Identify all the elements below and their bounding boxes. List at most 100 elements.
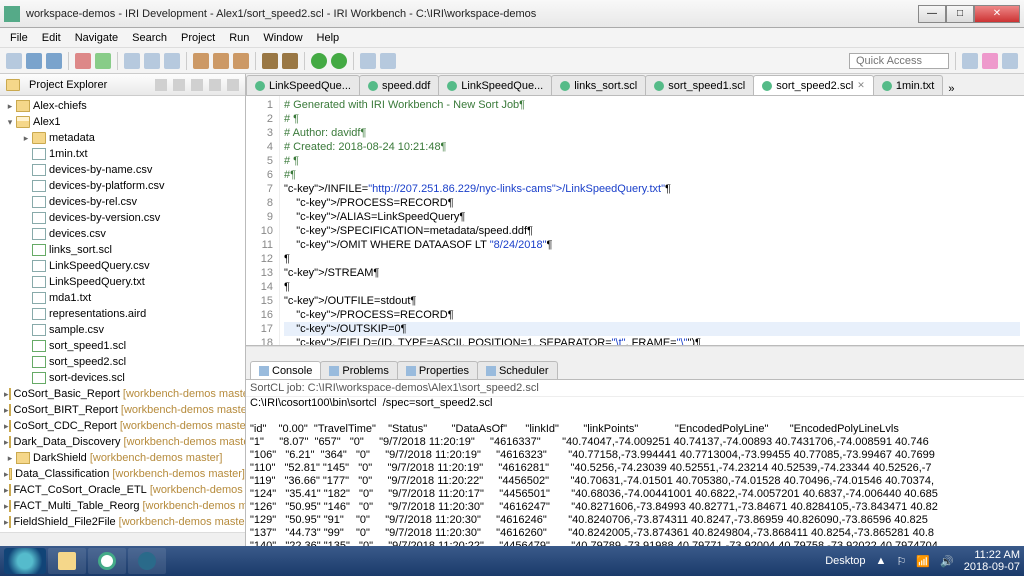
- tab-close-icon[interactable]: ✕: [857, 80, 865, 91]
- console-view[interactable]: SortCL job: C:\IRI\workspace-demos\Alex1…: [246, 380, 1024, 546]
- tool-icon[interactable]: [164, 53, 180, 69]
- perspective-icon[interactable]: [1002, 53, 1018, 69]
- tree-item[interactable]: LinkSpeedQuery.csv: [0, 258, 245, 274]
- tab-overflow-icon[interactable]: »: [942, 83, 960, 95]
- tree-item[interactable]: ▸Data_Classification [workbench-demos ma…: [0, 466, 245, 482]
- code-editor[interactable]: 123456789101112131415161718192021 # Gene…: [246, 96, 1024, 346]
- minimize-icon[interactable]: [209, 79, 221, 91]
- tool-icon[interactable]: [75, 53, 91, 69]
- tool-icon[interactable]: [144, 53, 160, 69]
- tree-item[interactable]: links_sort.scl: [0, 242, 245, 258]
- tree-item[interactable]: devices-by-platform.csv: [0, 178, 245, 194]
- save-all-icon[interactable]: [46, 53, 62, 69]
- tray-volume-icon[interactable]: 🔊: [940, 555, 954, 568]
- code-line[interactable]: "c-key">/INFILE="http://207.251.86.229/n…: [284, 182, 1020, 196]
- tree-item[interactable]: ▸FACT_Multi_Table_Reorg [workbench-demos…: [0, 498, 245, 514]
- menu-window[interactable]: Window: [257, 30, 308, 46]
- tool-icon[interactable]: [262, 53, 278, 69]
- code-line[interactable]: # ¶: [284, 154, 1020, 168]
- scrollbar-horizontal[interactable]: [246, 346, 1024, 360]
- editor-tab[interactable]: LinkSpeedQue...: [438, 75, 552, 95]
- tree-item[interactable]: devices-by-name.csv: [0, 162, 245, 178]
- maximize-button[interactable]: □: [946, 5, 974, 23]
- tree-item[interactable]: ▸DarkShield [workbench-demos master]: [0, 450, 245, 466]
- tree-item[interactable]: ▾Alex1: [0, 114, 245, 130]
- code-line[interactable]: "c-key">/PROCESS=RECORD¶: [284, 196, 1020, 210]
- app-task-icon[interactable]: [128, 548, 166, 574]
- code-line[interactable]: "c-key">/OMIT WHERE DATAASOF LT "8/24/20…: [284, 238, 1020, 252]
- tool-icon[interactable]: [233, 53, 249, 69]
- code-line[interactable]: ¶: [284, 280, 1020, 294]
- quick-access-input[interactable]: [849, 53, 949, 69]
- collapse-all-icon[interactable]: [155, 79, 167, 91]
- menu-help[interactable]: Help: [311, 30, 346, 46]
- save-icon[interactable]: [26, 53, 42, 69]
- tree-item[interactable]: 1min.txt: [0, 146, 245, 162]
- tree-item[interactable]: devices-by-rel.csv: [0, 194, 245, 210]
- menu-navigate[interactable]: Navigate: [69, 30, 124, 46]
- tool-icon[interactable]: [95, 53, 111, 69]
- tree-item[interactable]: ▸Dark_Data_Discovery [workbench-demos ma…: [0, 434, 245, 450]
- tree-item[interactable]: ▸CoSort_CDC_Report [workbench-demos mast…: [0, 418, 245, 434]
- tree-item[interactable]: devices.csv: [0, 226, 245, 242]
- code-line[interactable]: "c-key">/OUTSKIP=0¶: [284, 322, 1020, 336]
- code-line[interactable]: "c-key">/ALIAS=LinkSpeedQuery¶: [284, 210, 1020, 224]
- explorer-task-icon[interactable]: [48, 548, 86, 574]
- maximize-icon[interactable]: [227, 79, 239, 91]
- minimize-button[interactable]: —: [918, 5, 946, 23]
- debug-icon[interactable]: [331, 53, 347, 69]
- editor-tab[interactable]: sort_speed1.scl: [645, 75, 754, 95]
- tray-network-icon[interactable]: 📶: [916, 555, 930, 568]
- code-line[interactable]: ¶: [284, 252, 1020, 266]
- code-line[interactable]: "c-key">/STREAM¶: [284, 266, 1020, 280]
- menu-project[interactable]: Project: [175, 30, 221, 46]
- perspective-icon[interactable]: [962, 53, 978, 69]
- tree-item[interactable]: sort-devices.scl: [0, 370, 245, 386]
- bottom-tab-console[interactable]: Console: [250, 361, 321, 379]
- project-tree[interactable]: ▸Alex-chiefs▾Alex1▸metadata1min.txtdevic…: [0, 96, 245, 532]
- tree-item[interactable]: ▸FieldShield_File2File [workbench-demos …: [0, 514, 245, 530]
- tree-item[interactable]: ▸metadata: [0, 130, 245, 146]
- menu-run[interactable]: Run: [223, 30, 255, 46]
- code-line[interactable]: "c-key">/OUTFILE=stdout¶: [284, 294, 1020, 308]
- system-tray[interactable]: Desktop ▲ ⚐ 📶 🔊 11:22 AM 2018-09-07: [825, 549, 1020, 573]
- tool-icon[interactable]: [380, 53, 396, 69]
- tree-item[interactable]: sort_speed1.scl: [0, 338, 245, 354]
- bottom-tab-problems[interactable]: Problems: [320, 361, 397, 379]
- tree-item[interactable]: sample.csv: [0, 322, 245, 338]
- editor-tab[interactable]: speed.ddf: [359, 75, 439, 95]
- perspective-icon[interactable]: [982, 53, 998, 69]
- tree-item[interactable]: ▸CoSort_Basic_Report [workbench-demos ma…: [0, 386, 245, 402]
- code-line[interactable]: # Created: 2018-08-24 10:21:48¶: [284, 140, 1020, 154]
- tree-item[interactable]: representations.aird: [0, 306, 245, 322]
- scrollbar-horizontal[interactable]: [0, 532, 245, 546]
- tree-item[interactable]: LinkSpeedQuery.txt: [0, 274, 245, 290]
- editor-tab[interactable]: 1min.txt: [873, 75, 944, 95]
- menu-edit[interactable]: Edit: [36, 30, 67, 46]
- tray-chevron-icon[interactable]: ▲: [876, 555, 887, 567]
- tool-icon[interactable]: [213, 53, 229, 69]
- code-line[interactable]: # Generated with IRI Workbench - New Sor…: [284, 98, 1020, 112]
- tool-icon[interactable]: [124, 53, 140, 69]
- run-icon[interactable]: [311, 53, 327, 69]
- new-icon[interactable]: [6, 53, 22, 69]
- bottom-tab-properties[interactable]: Properties: [397, 361, 478, 379]
- chrome-task-icon[interactable]: [88, 548, 126, 574]
- tree-item[interactable]: ▸CoSort_BIRT_Report [workbench-demos mas…: [0, 402, 245, 418]
- editor-tab[interactable]: sort_speed2.scl✕: [753, 75, 874, 95]
- menu-file[interactable]: File: [4, 30, 34, 46]
- code-content[interactable]: # Generated with IRI Workbench - New Sor…: [280, 96, 1024, 345]
- start-button[interactable]: [4, 548, 46, 574]
- tool-icon[interactable]: [360, 53, 376, 69]
- bottom-tab-scheduler[interactable]: Scheduler: [477, 361, 558, 379]
- code-line[interactable]: # ¶: [284, 112, 1020, 126]
- view-menu-icon[interactable]: [191, 79, 203, 91]
- close-button[interactable]: ✕: [974, 5, 1020, 23]
- taskbar[interactable]: Desktop ▲ ⚐ 📶 🔊 11:22 AM 2018-09-07: [0, 546, 1024, 576]
- code-line[interactable]: "c-key">/PROCESS=RECORD¶: [284, 308, 1020, 322]
- code-line[interactable]: # Author: davidf¶: [284, 126, 1020, 140]
- code-line[interactable]: "c-key">/SPECIFICATION=metadata/speed.dd…: [284, 224, 1020, 238]
- tool-icon[interactable]: [282, 53, 298, 69]
- tree-item[interactable]: sort_speed2.scl: [0, 354, 245, 370]
- tree-item[interactable]: ▸Alex-chiefs: [0, 98, 245, 114]
